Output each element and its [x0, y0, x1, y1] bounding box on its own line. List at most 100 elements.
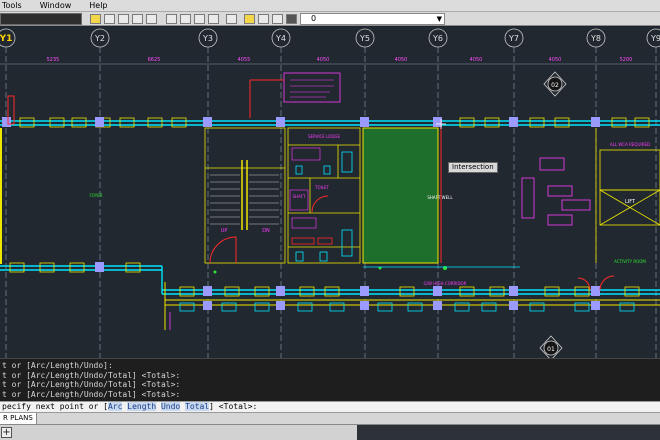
menu-tools[interactable]: Tools — [2, 0, 22, 12]
option-arc[interactable]: Arc — [107, 402, 123, 411]
bottom-windows-outer — [179, 302, 635, 312]
grid-bubbles: Y1 Y2 Y3 Y4 Y5 Y6 Y7 Y8 Y9 — [0, 28, 660, 48]
grid-bubble: Y5 — [355, 28, 375, 48]
grid-bubble: Y9 — [646, 28, 660, 48]
layer-lock-icon[interactable] — [272, 14, 283, 24]
grid-bubble: Y1 — [0, 28, 16, 48]
command-prompt[interactable]: pecify next point or [Arc Length Undo To… — [0, 401, 660, 412]
layer-color-icon[interactable] — [286, 14, 297, 24]
grid-label: Y9 — [650, 34, 660, 43]
command-history: t or [Arc/Length/Undo]: t or [Arc/Length… — [0, 358, 660, 402]
service-lodge-label: SERVICE LODGE — [308, 134, 341, 139]
option-undo[interactable]: Undo — [160, 402, 181, 411]
command-line: t or [Arc/Length/Undo/Total] <Total>: — [2, 370, 181, 380]
corridor-label: G/W HIGH CORRIDOR — [424, 281, 467, 286]
menu-window[interactable]: Window — [40, 0, 72, 12]
chevron-down-icon: ▼ — [436, 15, 442, 23]
zoom-realtime-icon[interactable] — [180, 14, 191, 24]
plot-preview-icon[interactable] — [132, 14, 143, 24]
dimension-text: 4050 — [470, 57, 483, 63]
grid-bubble: Y8 — [586, 28, 606, 48]
section-marker: 02 — [543, 71, 567, 97]
dimension-text: 4050 — [395, 57, 408, 63]
properties-icon[interactable] — [226, 14, 237, 24]
columns-bottom — [95, 262, 600, 296]
grid-bubble: Y4 — [271, 28, 291, 48]
command-line: t or [Arc/Length/Undo]: — [2, 361, 113, 370]
activity-room-label: ACTIVITY ROOM — [614, 259, 646, 264]
drawing-canvas[interactable]: Y1 Y2 Y3 Y4 Y5 Y6 Y7 Y8 Y9 5235 6625 405… — [0, 27, 660, 358]
left-wall — [0, 128, 2, 264]
osnap-tooltip: Intersection — [448, 162, 498, 173]
pan-hand-icon[interactable] — [166, 14, 177, 24]
door-swing — [311, 195, 329, 213]
command-line: t or [Arc/Length/Undo/Total] <Total>: — [2, 389, 181, 399]
lift-label: LIFT — [625, 199, 636, 205]
layer-sun-icon[interactable] — [258, 14, 269, 24]
section-label: 01 — [547, 346, 555, 353]
grid-label: Y6 — [432, 34, 443, 43]
workspace-dropdown[interactable] — [0, 13, 82, 25]
section-marker: 01 — [539, 335, 563, 358]
grid-label: Y4 — [275, 34, 286, 43]
room-label: ALL WCA REQUIRED — [610, 142, 650, 147]
option-length[interactable]: Length — [127, 402, 157, 411]
plus-icon[interactable]: + — [1, 427, 12, 438]
zoom-window-icon[interactable] — [194, 14, 205, 24]
floor-plan-drawing: Y1 Y2 Y3 Y4 Y5 Y6 Y7 Y8 Y9 5235 6625 405… — [0, 28, 660, 358]
furniture — [521, 157, 591, 226]
dimension-text: 5200 — [620, 57, 633, 63]
dimension-text: 6625 — [148, 57, 161, 63]
toolbar: 0 ▼ — [0, 12, 660, 26]
prompt-prefix: pecify next point or [ — [2, 402, 108, 411]
fixture-marks — [291, 237, 333, 245]
grid-label: Y1 — [0, 34, 12, 44]
dimension-text: 5235 — [47, 57, 60, 63]
grid-label: Y8 — [590, 34, 601, 43]
door-swing — [599, 275, 615, 291]
dimension-text: 4050 — [317, 57, 330, 63]
toilet-label: TOILET — [314, 185, 330, 190]
prompt-suffix: ] <Total>: — [209, 402, 258, 411]
door-swing — [209, 236, 237, 264]
grid-bubble: Y7 — [504, 28, 524, 48]
grid-label: Y3 — [202, 34, 213, 43]
dimension-text: 4050 — [549, 57, 562, 63]
lift-block — [595, 128, 660, 263]
publish-icon[interactable] — [146, 14, 157, 24]
room-label: FOYER — [90, 193, 103, 198]
grid-bubble: Y3 — [198, 28, 218, 48]
annotation-box — [283, 72, 341, 103]
door-swing — [577, 277, 591, 291]
open-folder-icon[interactable] — [90, 14, 101, 24]
grid-label: Y5 — [359, 34, 370, 43]
layer-bulb-icon[interactable] — [244, 14, 255, 24]
status-panel — [357, 425, 660, 440]
windows-bottom — [9, 262, 640, 297]
status-bar: + — [0, 424, 660, 440]
grid-label: Y7 — [508, 34, 519, 43]
stair-up-label: UP — [221, 228, 228, 234]
menu-help[interactable]: Help — [89, 0, 107, 12]
grid-bubble: Y6 — [428, 28, 448, 48]
stair-treads — [210, 174, 279, 225]
option-total[interactable]: Total — [185, 402, 210, 411]
toilet-fixtures — [295, 151, 353, 262]
stair-down-label: DN — [262, 228, 270, 234]
command-line: t or [Arc/Length/Undo/Total] <Total>: — [2, 380, 181, 389]
layout-tabs: R PLANS — [0, 412, 660, 424]
dimension-values: 5235 6625 4055 4050 4050 4050 4050 5200 — [47, 57, 633, 63]
menu-bar: Tools Window Help — [0, 0, 660, 12]
zoom-previous-icon[interactable] — [208, 14, 219, 24]
layer-dropdown[interactable]: 0 ▼ — [300, 13, 445, 25]
tab-plans[interactable]: R PLANS — [0, 413, 37, 424]
print-icon[interactable] — [118, 14, 129, 24]
shaft-label: SHAFT — [293, 194, 307, 199]
section-label: 02 — [551, 82, 559, 89]
dimension-text: 4055 — [238, 57, 251, 63]
save-icon[interactable] — [104, 14, 115, 24]
autocad-window: Tools Window Help 0 ▼ Y1 Y2 Y3 Y4 Y5 Y6 … — [0, 0, 660, 440]
layer-name: 0 — [311, 14, 317, 23]
shaft-text: SHAFT/WELL — [427, 195, 453, 200]
stair — [204, 127, 286, 264]
